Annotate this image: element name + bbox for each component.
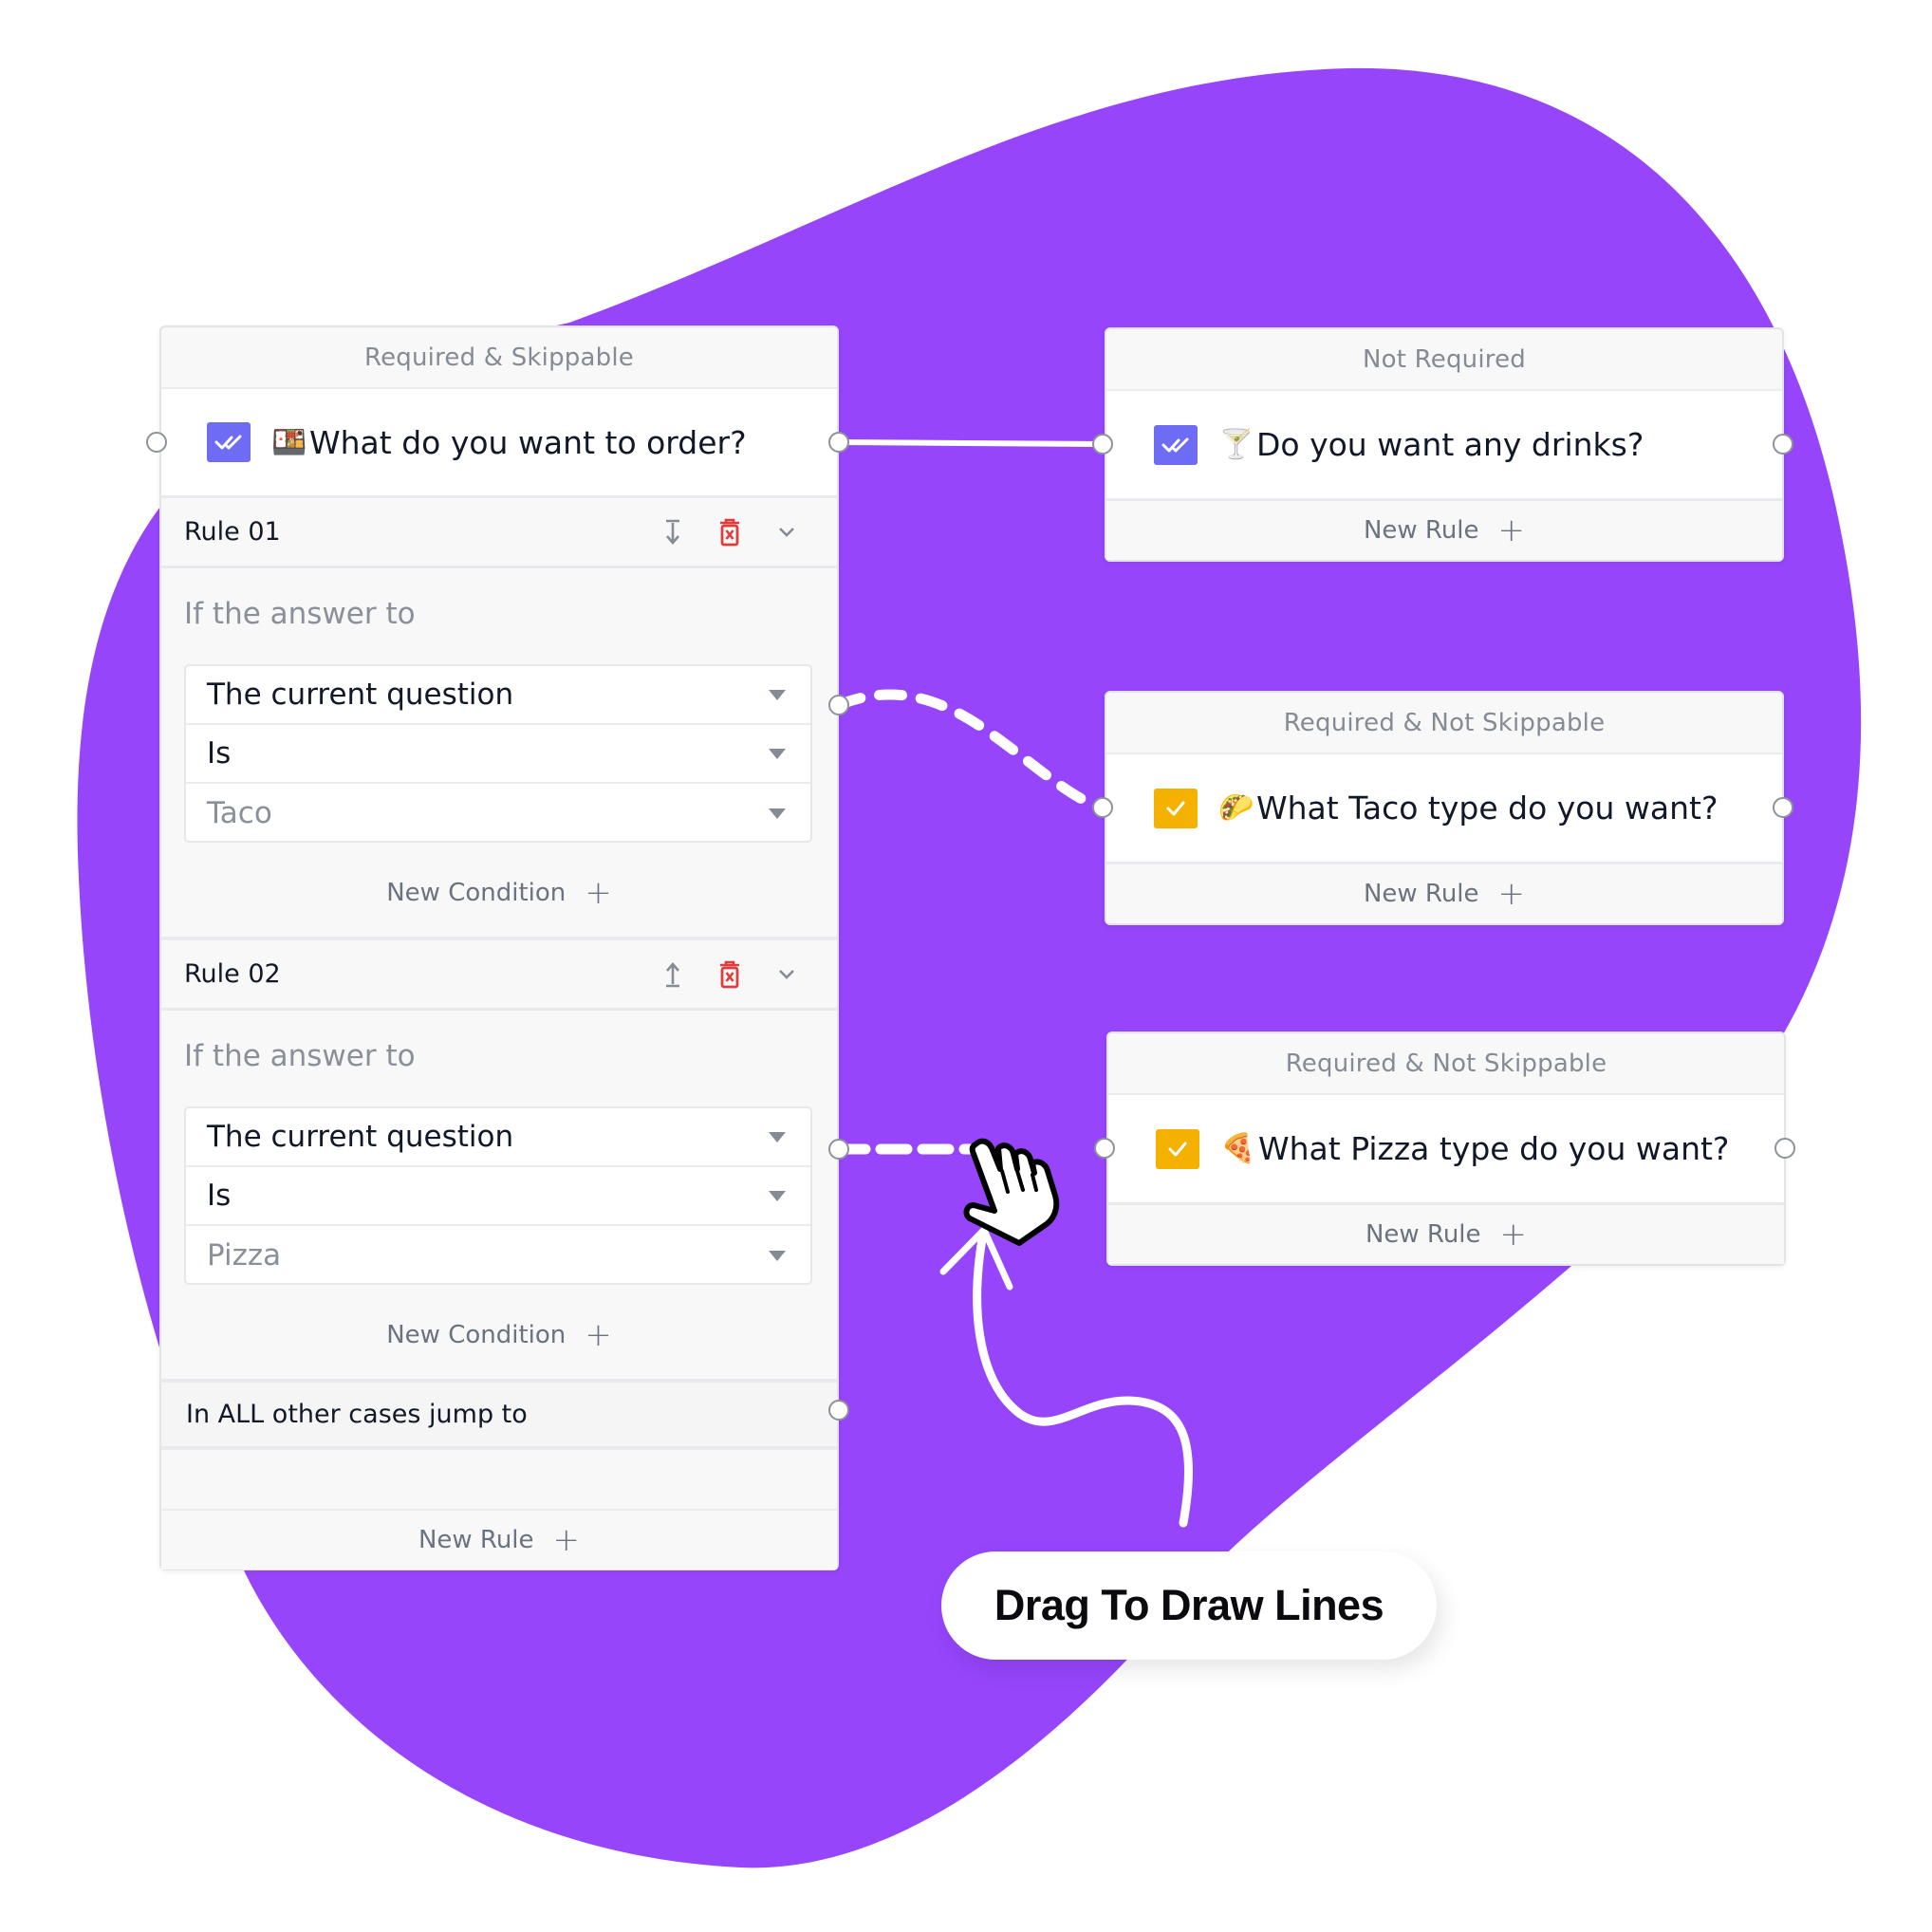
plus-icon: +: [585, 874, 612, 912]
card-status-header: Required & Skippable: [161, 327, 837, 389]
caret-down-icon: [769, 1132, 786, 1142]
move-down-icon[interactable]: [660, 519, 685, 546]
fallback-target-slot[interactable]: [161, 1450, 837, 1511]
node-drinks-in[interactable]: [1092, 434, 1113, 455]
double-check-icon[interactable]: [207, 422, 251, 462]
new-rule-button[interactable]: New Rule +: [161, 1511, 837, 1570]
plus-icon: +: [1497, 511, 1526, 549]
taco-icon: 🌮: [1218, 791, 1254, 825]
rule-header[interactable]: Rule 01: [161, 498, 837, 568]
chevron-down-icon[interactable]: [774, 968, 799, 981]
node-taco-in[interactable]: [1092, 797, 1113, 818]
value-select-value: Taco: [207, 796, 272, 830]
question-text[interactable]: What Pizza type do you want?: [1258, 1130, 1729, 1167]
question-row[interactable]: 🍸 Do you want any drinks?: [1106, 391, 1782, 501]
drag-to-draw-callout: Drag To Draw Lines: [941, 1551, 1437, 1660]
question-select[interactable]: The current question: [186, 666, 810, 725]
move-up-icon[interactable]: [660, 961, 685, 988]
new-condition-label: New Condition: [386, 1321, 567, 1349]
plus-icon: +: [1499, 1216, 1528, 1254]
value-select-value: Pizza: [207, 1238, 282, 1273]
node-pizza-in[interactable]: [1094, 1138, 1115, 1159]
double-check-icon[interactable]: [1154, 424, 1198, 465]
new-condition-button[interactable]: New Condition +: [161, 1316, 837, 1354]
node-taco-out[interactable]: [1773, 797, 1793, 818]
condition-group: The current question Is Taco: [184, 664, 812, 843]
if-answer-label: If the answer to: [184, 597, 416, 631]
question-row[interactable]: 🌮 What Taco type do you want?: [1106, 754, 1782, 864]
question-text[interactable]: What Taco type do you want?: [1256, 790, 1718, 827]
operator-select-value: Is: [207, 736, 232, 771]
all-other-cases-label: In ALL other cases jump to: [186, 1400, 528, 1429]
plus-icon: +: [1497, 875, 1526, 913]
question-card-drinks[interactable]: Not Required 🍸 Do you want any drinks? N…: [1105, 327, 1784, 562]
cocktail-icon: 🍸: [1218, 428, 1254, 461]
plus-icon: +: [585, 1316, 612, 1354]
question-row[interactable]: 🍱 What do you want to order?: [161, 389, 837, 498]
new-rule-label: New Rule: [1363, 516, 1479, 545]
if-answer-label: If the answer to: [184, 1039, 416, 1073]
node-order-out[interactable]: [828, 432, 849, 453]
new-rule-label: New Rule: [1365, 1220, 1481, 1249]
caret-down-icon: [769, 690, 786, 700]
chevron-down-icon[interactable]: [774, 526, 799, 539]
question-text[interactable]: What do you want to order?: [309, 424, 747, 461]
node-pizza-out[interactable]: [1774, 1138, 1795, 1159]
operator-select-value: Is: [207, 1179, 232, 1213]
new-condition-button[interactable]: New Condition +: [161, 874, 837, 912]
new-rule-label: New Rule: [1363, 880, 1479, 908]
question-row[interactable]: 🍕 What Pizza type do you want?: [1108, 1095, 1784, 1205]
question-text[interactable]: Do you want any drinks?: [1256, 426, 1644, 463]
value-select[interactable]: Pizza: [186, 1226, 810, 1285]
node-rule02-out[interactable]: [828, 1139, 849, 1160]
question-card-pizza[interactable]: Required & Not Skippable 🍕 What Pizza ty…: [1106, 1031, 1786, 1266]
all-other-cases-row: In ALL other cases jump to: [161, 1383, 837, 1450]
new-rule-button[interactable]: New Rule +: [1108, 1205, 1784, 1264]
value-select[interactable]: Taco: [186, 784, 810, 843]
node-order-in[interactable]: [146, 432, 167, 453]
caret-down-icon: [769, 1251, 786, 1261]
new-condition-label: New Condition: [386, 879, 567, 907]
card-status-header: Required & Not Skippable: [1108, 1033, 1784, 1095]
bento-box-icon: 🍱: [271, 425, 307, 459]
rule-body: If the answer to The current question Is…: [161, 568, 837, 940]
new-rule-button[interactable]: New Rule +: [1106, 501, 1782, 560]
new-rule-button[interactable]: New Rule +: [1106, 864, 1782, 923]
plus-icon: +: [552, 1521, 581, 1559]
trash-icon[interactable]: [717, 960, 742, 989]
card-status-header: Required & Not Skippable: [1106, 693, 1782, 754]
caret-down-icon: [769, 1191, 786, 1201]
rule-body: If the answer to The current question Is…: [161, 1011, 837, 1383]
operator-select[interactable]: Is: [186, 725, 810, 784]
question-select-value: The current question: [207, 678, 514, 712]
trash-icon[interactable]: [717, 518, 742, 547]
condition-group: The current question Is Pizza: [184, 1106, 812, 1285]
caret-down-icon: [769, 808, 786, 819]
card-status-header: Not Required: [1106, 329, 1782, 391]
question-select-value: The current question: [207, 1120, 514, 1154]
node-drinks-out[interactable]: [1773, 434, 1793, 455]
question-card-order[interactable]: Required & Skippable 🍱 What do you want …: [159, 325, 839, 1570]
caret-down-icon: [769, 749, 786, 759]
check-icon[interactable]: [1154, 788, 1198, 828]
operator-select[interactable]: Is: [186, 1167, 810, 1226]
question-card-taco[interactable]: Required & Not Skippable 🌮 What Taco typ…: [1105, 691, 1784, 925]
pizza-icon: 🍕: [1220, 1132, 1256, 1165]
question-select[interactable]: The current question: [186, 1108, 810, 1167]
node-fallback-out[interactable]: [828, 1400, 849, 1421]
rule-header[interactable]: Rule 02: [161, 940, 837, 1011]
rule-title: Rule 01: [184, 517, 281, 547]
rule-title: Rule 02: [184, 959, 281, 989]
new-rule-label: New Rule: [418, 1526, 534, 1554]
check-icon[interactable]: [1156, 1128, 1199, 1169]
node-rule01-out[interactable]: [828, 695, 849, 715]
